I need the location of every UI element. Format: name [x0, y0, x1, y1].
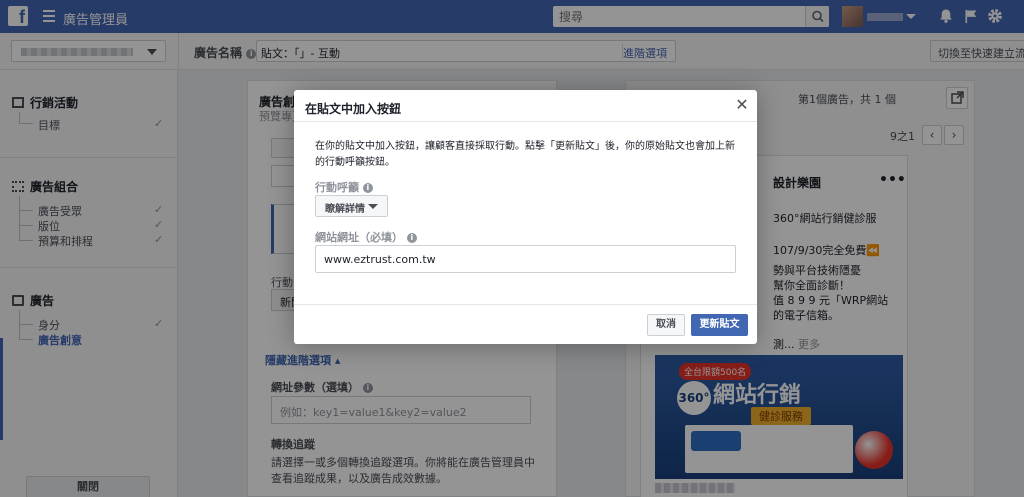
- chevron-down-icon: [368, 204, 378, 209]
- cancel-button[interactable]: 取消: [647, 314, 685, 336]
- cta-dropdown[interactable]: 瞭解詳情: [315, 195, 388, 217]
- cta-value: 瞭解詳情: [325, 204, 365, 215]
- cta-label-text: 行動呼籲: [315, 181, 359, 194]
- divider: [294, 121, 757, 122]
- close-icon[interactable]: ✕: [734, 97, 750, 113]
- url-label: 網站網址（必填） i: [315, 229, 417, 245]
- website-url-input[interactable]: [315, 245, 736, 273]
- dialog-description: 在你的貼文中加入按鈕，讓顧客直接採取行動。點擊「更新貼文」後，你的原始貼文也會加…: [315, 141, 735, 168]
- add-button-dialog: 在貼文中加入按鈕 ✕ 在你的貼文中加入按鈕，讓顧客直接採取行動。點擊「更新貼文」…: [294, 90, 757, 344]
- url-label-text: 網站網址（必填）: [315, 231, 403, 244]
- update-post-button[interactable]: 更新貼文: [691, 314, 748, 336]
- info-icon[interactable]: i: [406, 233, 417, 243]
- dialog-title: 在貼文中加入按鈕: [305, 102, 402, 116]
- cta-label: 行動呼籲 i: [315, 179, 373, 195]
- info-icon[interactable]: i: [362, 183, 373, 193]
- divider: [294, 304, 757, 305]
